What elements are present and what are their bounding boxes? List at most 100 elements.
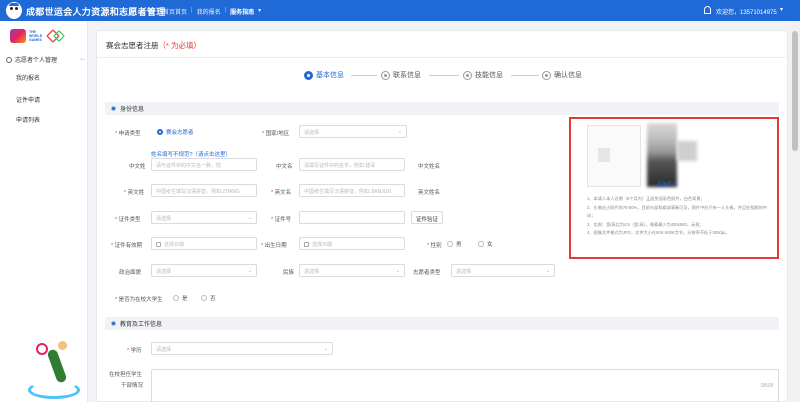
world-games-logo: THE WORLD GAMES xyxy=(10,29,70,45)
step-dot-icon xyxy=(304,70,313,80)
person-icon xyxy=(6,56,12,63)
nav-my-registration[interactable]: 我的报名 xyxy=(197,7,221,16)
sidebar-item-apply-list[interactable]: 申请列表 xyxy=(16,115,40,124)
en-name-label: * 英文名 xyxy=(271,190,292,196)
step-skill-info[interactable]: 技能信息 xyxy=(463,70,503,80)
nav-home[interactable]: 首页首页 xyxy=(163,7,187,16)
en-surname-input[interactable]: 中国考生填写汉语拼音，例如:ZHANG xyxy=(151,184,257,197)
country-label: * 国家/地区 xyxy=(262,131,290,137)
page-title: 赛会志愿者注册（* 为必填） xyxy=(106,40,201,51)
id-verify-button[interactable]: 证件验证 xyxy=(411,211,444,224)
student-cadre-textarea[interactable] xyxy=(151,369,779,402)
sidebar-item-my-registration[interactable]: 我的报名 xyxy=(16,73,40,82)
scrollbar[interactable] xyxy=(790,21,800,402)
top-header: 成都世运会人力资源和志愿者管理 首页首页 | 我的报名 | 服务指南 ▾ 欢迎您… xyxy=(0,0,800,21)
sidebar: THE WORLD GAMES 志愿者个人管理 ︿ 我的报名 证件申请 申请列表 xyxy=(0,21,88,402)
volunteer-type-label: 志愿者类型 xyxy=(413,270,441,276)
section-bullet-icon xyxy=(111,106,116,111)
gender-female-radio[interactable]: 女 xyxy=(478,240,493,248)
birth-date-input[interactable]: 选择日期 xyxy=(299,237,405,250)
apply-type-label: * 申请类型 xyxy=(115,131,141,137)
sidebar-section-volunteer[interactable]: 志愿者个人管理 xyxy=(6,55,57,64)
chevron-down-icon: ⌄ xyxy=(397,129,402,135)
photo-note: 2、头像应占照片的75-80%，目前头部和肩部清晰可见，照片中应只有一人头像，并… xyxy=(587,204,768,219)
radio-label: 赛会志愿者 xyxy=(166,130,194,136)
photo-placeholder[interactable] xyxy=(587,125,641,187)
step-connector xyxy=(351,75,377,76)
photo-preview-extra xyxy=(677,141,697,161)
en-surname-label: * 英文姓 xyxy=(124,190,145,196)
sidebar-item-certificate-apply[interactable]: 证件申请 xyxy=(16,95,40,104)
education-label: * 学历 xyxy=(127,348,142,354)
ring-shape xyxy=(28,381,80,399)
chevron-up-icon[interactable]: ︿ xyxy=(80,55,85,62)
step-contact-info[interactable]: 联系信息 xyxy=(381,70,421,80)
chevron-down-icon: ⌄ xyxy=(395,268,400,274)
cn-surname-input[interactable]: 请与证件中的中文名一致，姓 xyxy=(151,158,257,171)
id-type-select[interactable]: 请选择 ⌄ xyxy=(151,211,257,224)
required-hint: （* 为必填） xyxy=(158,41,202,50)
political-label: 政治面貌 xyxy=(119,270,142,276)
student-no-radio[interactable]: 否 xyxy=(201,294,216,302)
step-confirm-info[interactable]: 确认信息 xyxy=(542,70,582,80)
step-dot-icon xyxy=(463,70,472,80)
name-help-link[interactable]: 姓名填写不规范?（请点击这里） xyxy=(151,150,231,158)
chevron-down-icon[interactable]: ▾ xyxy=(258,7,261,16)
bell-icon[interactable] xyxy=(704,6,711,14)
brand-title: 成都世运会人力资源和志愿者管理 xyxy=(26,7,166,17)
world-games-w-icon xyxy=(10,29,26,43)
radio-icon xyxy=(157,129,163,135)
photo-upload-panel: 更换照片 1、本请人本人近期（6个月内）正面免冠彩色照片，白色背景； 2、头像应… xyxy=(569,117,779,259)
radio-icon xyxy=(447,241,453,247)
chevron-down-icon: ⌄ xyxy=(247,215,252,221)
photo-note: 4、图像文件格式为JPG，文件大小在50K-500K字节，分辨率不低于300dp… xyxy=(587,230,730,235)
nav-separator: | xyxy=(191,7,193,13)
photo-requirements: 1、本请人本人近期（6个月内）正面免冠彩色照片，白色背景； 2、头像应占照片的7… xyxy=(587,195,773,238)
step-label: 联系信息 xyxy=(393,72,421,79)
gender-label: * 性别 xyxy=(427,243,442,249)
gender-male-radio[interactable]: 男 xyxy=(447,240,462,248)
en-fullname-label: 英文姓名 xyxy=(418,190,441,196)
photo-note: 3、比例：宽/高比为4:5（宽:高），像素最少为400x500，无框； xyxy=(587,221,704,227)
section-title: 身份信息 xyxy=(120,107,145,113)
badminton-illustration xyxy=(26,341,82,401)
welcome-text[interactable]: 欢迎您，13571014975 xyxy=(716,7,777,16)
volunteer-type-select[interactable]: 请选择 ⌄ xyxy=(451,264,555,277)
athlete-body xyxy=(46,348,68,384)
cn-name-input[interactable]: 请填写证件中的名字，例如:建军 xyxy=(299,158,405,171)
en-name-input[interactable]: 中国考生填写汉语拼音，例如:JIANJUN xyxy=(299,184,405,197)
step-basic-info[interactable]: 基本信息 xyxy=(304,70,344,80)
scroll-thumb[interactable] xyxy=(792,31,798,151)
cn-surname-label: 中文姓 xyxy=(129,164,146,170)
step-label: 技能信息 xyxy=(475,72,503,79)
nav-service-guide[interactable]: 服务指南 xyxy=(230,7,254,16)
student-yes-radio[interactable]: 是 xyxy=(173,294,188,302)
change-photo-link[interactable]: 更换照片 xyxy=(657,181,677,188)
section-identity: 身份信息 xyxy=(105,102,779,115)
step-label: 基本信息 xyxy=(316,72,344,79)
step-label: 确认信息 xyxy=(554,72,582,79)
radio-icon xyxy=(478,241,484,247)
calendar-icon xyxy=(304,242,309,247)
nav-separator: | xyxy=(224,7,227,13)
chevron-down-icon[interactable]: ▾ xyxy=(780,6,783,13)
political-select[interactable]: 请选择 ⌄ xyxy=(151,264,257,277)
logo-text: THE WORLD GAMES xyxy=(29,30,43,42)
education-select[interactable]: 请选择 ⌄ xyxy=(151,342,333,355)
cn-fullname-label: 中文姓名 xyxy=(418,164,441,170)
mascot-logo-icon xyxy=(6,2,22,19)
radio-icon xyxy=(201,295,207,301)
top-nav: 首页首页 | 我的报名 | 服务指南 ▾ xyxy=(163,7,261,16)
id-expiry-input[interactable]: 选择日期 xyxy=(151,237,257,250)
section-title: 教育及工作信息 xyxy=(120,322,163,328)
cn-name-label: 中文名 xyxy=(276,164,293,170)
id-no-input[interactable] xyxy=(299,211,405,224)
apply-type-radio[interactable]: 赛会志愿者 xyxy=(157,128,194,136)
student-cadre-label-2: 干部情况 xyxy=(121,383,144,389)
racket-icon xyxy=(36,343,48,355)
ethnic-select[interactable]: 请选择 ⌄ xyxy=(299,264,405,277)
student-cadre-label: 在校担任学生 xyxy=(109,372,143,378)
photo-preview xyxy=(647,123,677,187)
country-select[interactable]: 请选择 ⌄ xyxy=(299,125,407,138)
section-education: 教育及工作信息 xyxy=(105,317,779,330)
